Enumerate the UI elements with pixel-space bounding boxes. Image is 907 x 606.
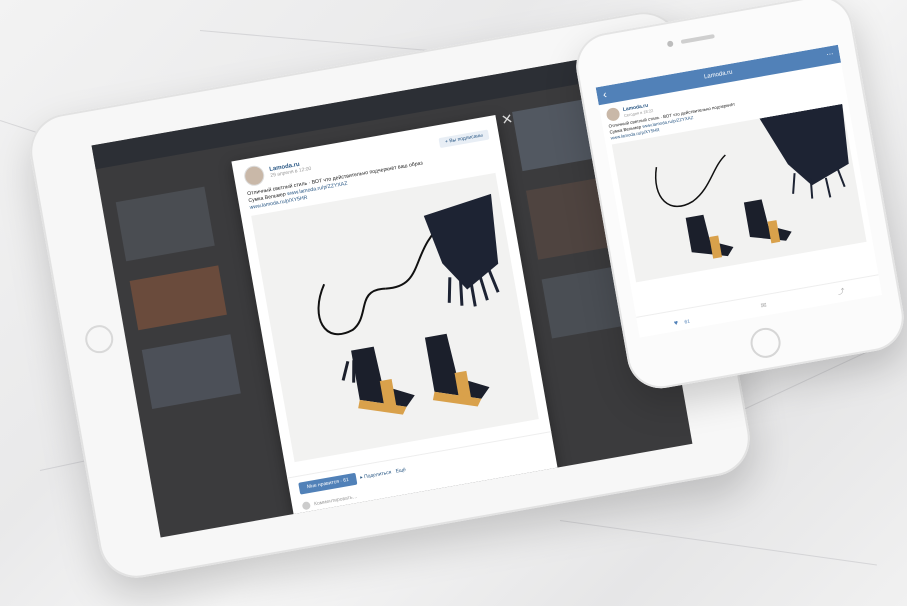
phone-camera	[666, 40, 674, 48]
phone-like-button[interactable]: ♥ 61	[672, 310, 691, 331]
comment-icon[interactable]: ✉	[760, 301, 767, 310]
back-icon[interactable]: ‹	[602, 86, 609, 104]
menu-icon[interactable]: ⋯	[825, 46, 835, 65]
share-icon[interactable]: ⤴	[837, 286, 846, 297]
like-button[interactable]: Мне нравится · 61	[298, 472, 358, 495]
tablet-home-button[interactable]	[83, 322, 116, 356]
avatar[interactable]	[605, 106, 621, 122]
boots-and-bag-photo	[317, 193, 500, 415]
share-button[interactable]: ▸ Поделиться	[360, 470, 392, 481]
avatar	[301, 501, 311, 511]
subscribe-button[interactable]: + Вы подписаны	[438, 129, 490, 149]
background-feed-tile	[115, 186, 215, 262]
phone-home-button[interactable]	[748, 325, 783, 361]
marble-background: ✕ Lamoda.ru 29 апреля в 12:00 + Вы подпи…	[0, 0, 907, 606]
phone-speaker	[680, 34, 715, 44]
more-button[interactable]: Ещё	[395, 467, 406, 475]
avatar[interactable]	[242, 164, 266, 188]
phone-screen: ‹ Lamoda.ru ⋯ Lamoda.ru Сегодня в 18:22 …	[595, 44, 883, 338]
post-photo[interactable]	[251, 172, 539, 463]
marble-vein	[559, 520, 877, 566]
comment-placeholder: Комментировать…	[313, 493, 358, 508]
phone-nav-title: Lamoda.ru	[703, 69, 733, 81]
like-count: 61	[684, 318, 691, 326]
comment-field[interactable]: Комментировать…	[301, 493, 358, 511]
heart-icon: ♥	[673, 319, 679, 328]
marble-vein	[199, 30, 440, 52]
background-feed-tile	[141, 334, 241, 410]
background-feed-tile	[129, 265, 227, 331]
post-modal: Lamoda.ru 29 апреля в 12:00 + Вы подписа…	[231, 114, 559, 519]
